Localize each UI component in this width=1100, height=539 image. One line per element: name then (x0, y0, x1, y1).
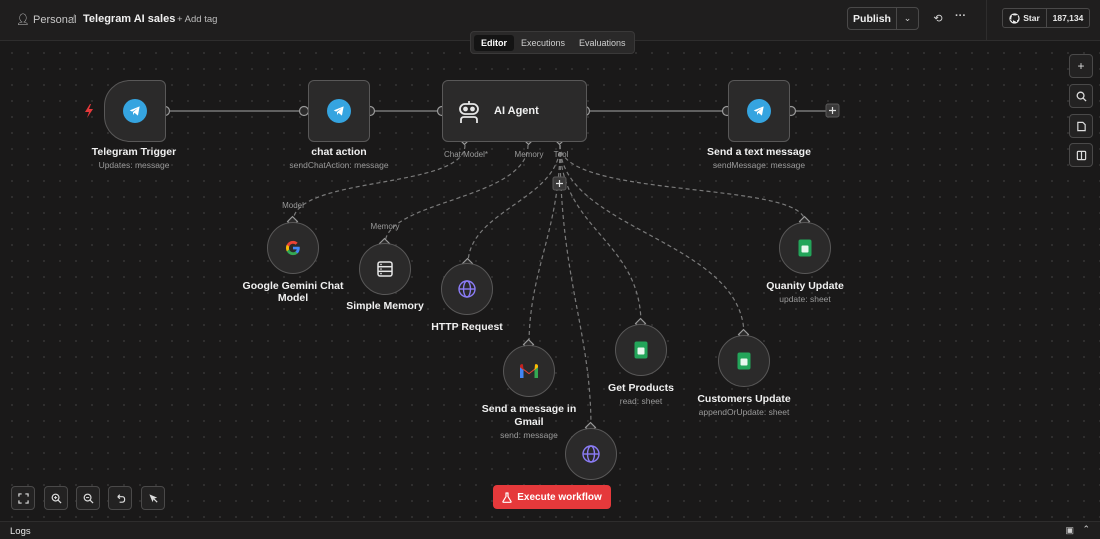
tab-evaluations[interactable]: Evaluations (572, 35, 633, 51)
database-icon (377, 261, 393, 277)
connection-gmail (528, 144, 561, 346)
undo-button[interactable] (108, 486, 132, 510)
execute-workflow-label: Execute workflow (517, 491, 602, 503)
node-customers-update[interactable] (718, 335, 770, 387)
telegram-icon (747, 99, 771, 123)
toggle-panel-button[interactable] (1069, 143, 1093, 167)
node-label: Gmail (514, 416, 544, 428)
workflow-editor: 👤︎ Personal / Telegram AI sales + Add ta… (0, 0, 1100, 539)
logs-panel-icon[interactable]: ▣ (1065, 525, 1074, 536)
node-label: Model (277, 292, 309, 304)
tab-editor[interactable]: Editor (474, 34, 514, 51)
execute-workflow-button[interactable]: Execute workflow (493, 485, 611, 509)
connection-get-products (559, 144, 642, 325)
port-label-memory: Memory (370, 222, 400, 231)
node-label: Send a message in (481, 403, 577, 415)
gmail-icon (520, 364, 538, 378)
node-http-request[interactable] (441, 263, 493, 315)
telegram-icon (327, 99, 351, 123)
google-icon (286, 240, 300, 256)
node-label: Google Gemini Chat (242, 280, 344, 292)
tab-executions[interactable]: Executions (514, 35, 572, 51)
plus-icon: + (1077, 59, 1085, 73)
search-nodes-button[interactable] (1069, 84, 1093, 108)
fit-view-icon (17, 492, 29, 504)
node-google-gemini[interactable] (267, 222, 319, 274)
sticky-note-button[interactable] (1069, 114, 1093, 138)
telegram-icon (123, 99, 147, 123)
port-label-chat-model: Chat Model* (443, 150, 489, 159)
node-sublabel: sendChatAction: message (289, 160, 389, 170)
node-ai-agent[interactable]: AI Agent (442, 80, 587, 142)
node-label: Customers Update (697, 393, 791, 405)
sheets-icon (798, 239, 812, 257)
sheets-icon (634, 341, 648, 359)
node-http-request-2[interactable] (565, 428, 617, 480)
node-sublabel: sendMessage: message (712, 160, 806, 170)
port-label-tool: Tool (553, 150, 569, 159)
zoom-out-button[interactable] (76, 486, 100, 510)
select-tool-button[interactable] (141, 486, 165, 510)
chevron-up-icon[interactable]: ⌃ (1082, 524, 1090, 535)
undo-icon (116, 493, 125, 503)
connection-customers (559, 144, 745, 336)
node-sublabel: Updates: message (98, 160, 170, 170)
node-chat-action[interactable] (308, 80, 370, 142)
zoom-in-button[interactable] (44, 486, 68, 510)
node-gmail[interactable] (503, 345, 555, 397)
globe-icon (458, 280, 476, 298)
node-label: Quanity Update (766, 280, 844, 292)
sheets-icon (737, 352, 751, 370)
flask-icon (502, 491, 512, 503)
connection-http (467, 144, 561, 265)
search-icon (1076, 91, 1087, 102)
node-quanity-update[interactable] (779, 222, 831, 274)
node-label: AI Agent (494, 105, 539, 117)
node-label: Telegram Trigger (91, 146, 177, 158)
view-tabs: Editor Executions Evaluations (470, 31, 635, 54)
trigger-bolt-icon (85, 104, 93, 118)
cursor-icon (148, 493, 158, 503)
node-sublabel: appendOrUpdate: sheet (698, 407, 790, 417)
fit-view-button[interactable] (11, 486, 35, 510)
add-node-button[interactable]: + (1069, 54, 1093, 78)
sidebar-panel-icon (1076, 150, 1086, 160)
logs-label: Logs (10, 526, 31, 537)
node-get-products[interactable] (615, 324, 667, 376)
node-label: Simple Memory (346, 300, 424, 312)
add-tool-plus-icon[interactable] (552, 176, 567, 191)
node-label: chat action (311, 146, 367, 158)
globe-icon (582, 445, 600, 463)
zoom-in-icon (51, 493, 62, 504)
node-sublabel: update: sheet (779, 294, 831, 304)
logs-panel-bar[interactable]: Logs ▣ ⌃ (0, 521, 1100, 539)
node-simple-memory[interactable] (359, 243, 411, 295)
zoom-out-icon (83, 493, 94, 504)
node-label: Send a text message (707, 146, 811, 158)
port-label-model: Model (282, 201, 304, 210)
port-label-memory: Memory (514, 150, 544, 159)
note-icon (1076, 121, 1086, 131)
robot-icon (459, 101, 479, 123)
node-telegram-trigger[interactable] (104, 80, 166, 142)
add-node-plus-icon[interactable] (825, 103, 840, 118)
node-label: HTTP Request (431, 321, 503, 333)
node-send-text-message[interactable] (728, 80, 790, 142)
node-sublabel: send: message (500, 430, 558, 440)
node-label: Get Products (608, 382, 674, 394)
node-sublabel: read: sheet (619, 396, 663, 406)
